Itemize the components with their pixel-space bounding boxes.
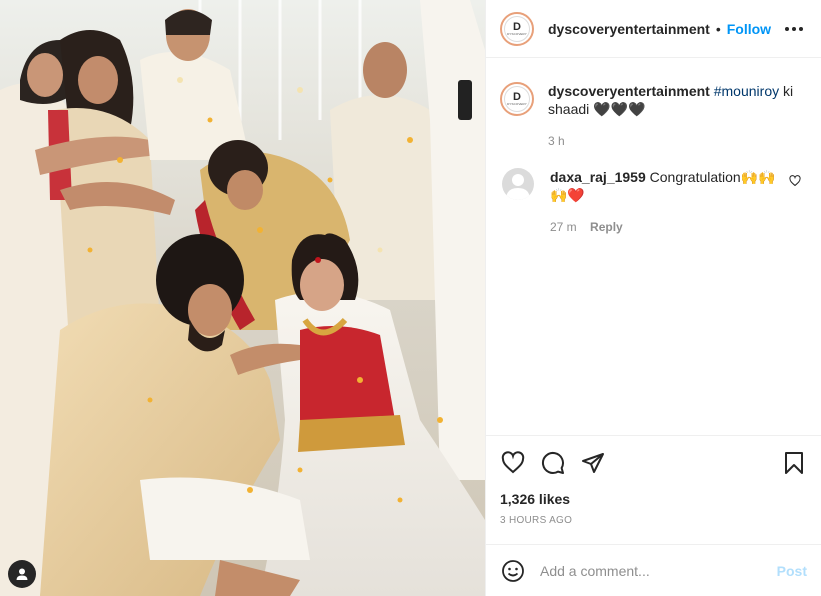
more-options-button[interactable] bbox=[781, 23, 807, 35]
more-horizontal-icon bbox=[785, 26, 789, 31]
comment-item: daxa_raj_1959 Congratulation🙌🙌 🙌❤️ 27 m … bbox=[500, 168, 807, 236]
comment-icon bbox=[541, 451, 564, 474]
comment-input[interactable] bbox=[540, 562, 769, 579]
emoji-icon bbox=[502, 559, 524, 582]
wedding-photo-illustration bbox=[0, 0, 485, 596]
caption-username[interactable]: dyscoveryentertainment bbox=[548, 83, 710, 99]
comment-like-button[interactable] bbox=[789, 174, 801, 190]
share-icon bbox=[582, 453, 604, 473]
user-icon bbox=[16, 568, 28, 580]
post-header: D DYSCOVERY dyscoveryentertainment • Fol… bbox=[486, 0, 821, 58]
caption-age: 3 h bbox=[548, 134, 565, 148]
post-timestamp: 3 HOURS AGO bbox=[500, 515, 573, 526]
comments-list[interactable]: D DYSCOVERY dyscoveryentertainment #moun… bbox=[486, 70, 821, 236]
header-separator: • bbox=[715, 20, 721, 37]
comment-username[interactable]: daxa_raj_1959 bbox=[550, 169, 646, 185]
add-comment-bar: Post bbox=[486, 544, 821, 596]
share-button[interactable] bbox=[580, 450, 606, 476]
tagged-users-button[interactable] bbox=[8, 560, 36, 588]
post-comment-button[interactable]: Post bbox=[777, 563, 807, 579]
commenter-avatar[interactable] bbox=[502, 168, 534, 200]
caption-hashtag[interactable]: #mouniroy bbox=[714, 83, 779, 99]
likes-count[interactable]: 1,326 likes bbox=[500, 491, 807, 507]
follow-button[interactable]: Follow bbox=[727, 21, 771, 37]
default-avatar-icon bbox=[506, 174, 530, 200]
caption-avatar[interactable]: D DYSCOVERY bbox=[500, 82, 534, 116]
like-button[interactable] bbox=[500, 450, 526, 476]
comment-button[interactable] bbox=[540, 450, 566, 476]
post-side-panel: D DYSCOVERY dyscoveryentertainment • Fol… bbox=[485, 0, 821, 596]
brand-logo-icon: D DYSCOVERY bbox=[504, 15, 530, 42]
comment-reply-button[interactable]: Reply bbox=[590, 220, 623, 234]
action-icons-row bbox=[500, 436, 807, 488]
save-button[interactable] bbox=[781, 450, 807, 476]
comment-age: 27 m bbox=[550, 220, 577, 234]
heart-icon bbox=[501, 451, 525, 474]
header-username[interactable]: dyscoveryentertainment bbox=[548, 21, 710, 37]
bookmark-icon bbox=[785, 452, 803, 474]
emoji-button[interactable] bbox=[500, 558, 526, 584]
post-caption: D DYSCOVERY dyscoveryentertainment #moun… bbox=[500, 70, 807, 150]
post-photo[interactable] bbox=[0, 0, 485, 596]
brand-logo-icon: D DYSCOVERY bbox=[504, 86, 530, 112]
heart-icon bbox=[789, 175, 801, 187]
account-avatar[interactable]: D DYSCOVERY bbox=[500, 11, 534, 46]
post-actions: 1,326 likes 3 HOURS AGO bbox=[486, 435, 821, 526]
